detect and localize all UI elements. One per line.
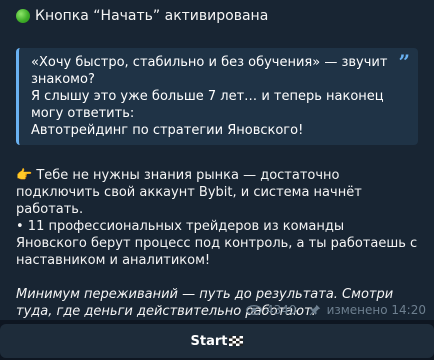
headline-text: Кнопка “Начать” активирована (35, 8, 269, 24)
message-meta: 4340 изменено 14:20 (246, 302, 426, 318)
quote-mark-icon: ” (398, 50, 410, 74)
view-count: 4340 (266, 303, 297, 317)
eye-icon (246, 305, 262, 315)
start-button[interactable]: Start (0, 324, 434, 358)
paragraph-bullet: • 11 профессиональных трейдеров из коман… (16, 219, 418, 268)
paragraph-intro: 👉 Тебе не нужны знания рынка — достаточн… (16, 168, 362, 217)
quote-line-2: Я слышу это уже больше 7 лет… и теперь н… (31, 89, 384, 121)
quote-line-3: Автотрейдинг по стратегии Яновского! (31, 123, 304, 138)
pin-icon (309, 304, 320, 316)
edited-timestamp: изменено 14:20 (326, 303, 426, 317)
start-button-label: Start (190, 333, 228, 349)
message-body: 👉 Тебе не нужны знания рынка — достаточн… (16, 167, 418, 269)
green-circle-icon (16, 9, 30, 23)
quote-line-1: «Хочу быстро, стабильно и без обучения» … (31, 55, 388, 87)
blockquote: ” «Хочу быстро, стабильно и без обучения… (16, 48, 418, 145)
message-bubble: Кнопка “Начать” активирована ” «Хочу быс… (0, 0, 434, 320)
checkered-flag-icon (229, 336, 244, 346)
message-headline: Кнопка “Начать” активирована (16, 6, 418, 26)
